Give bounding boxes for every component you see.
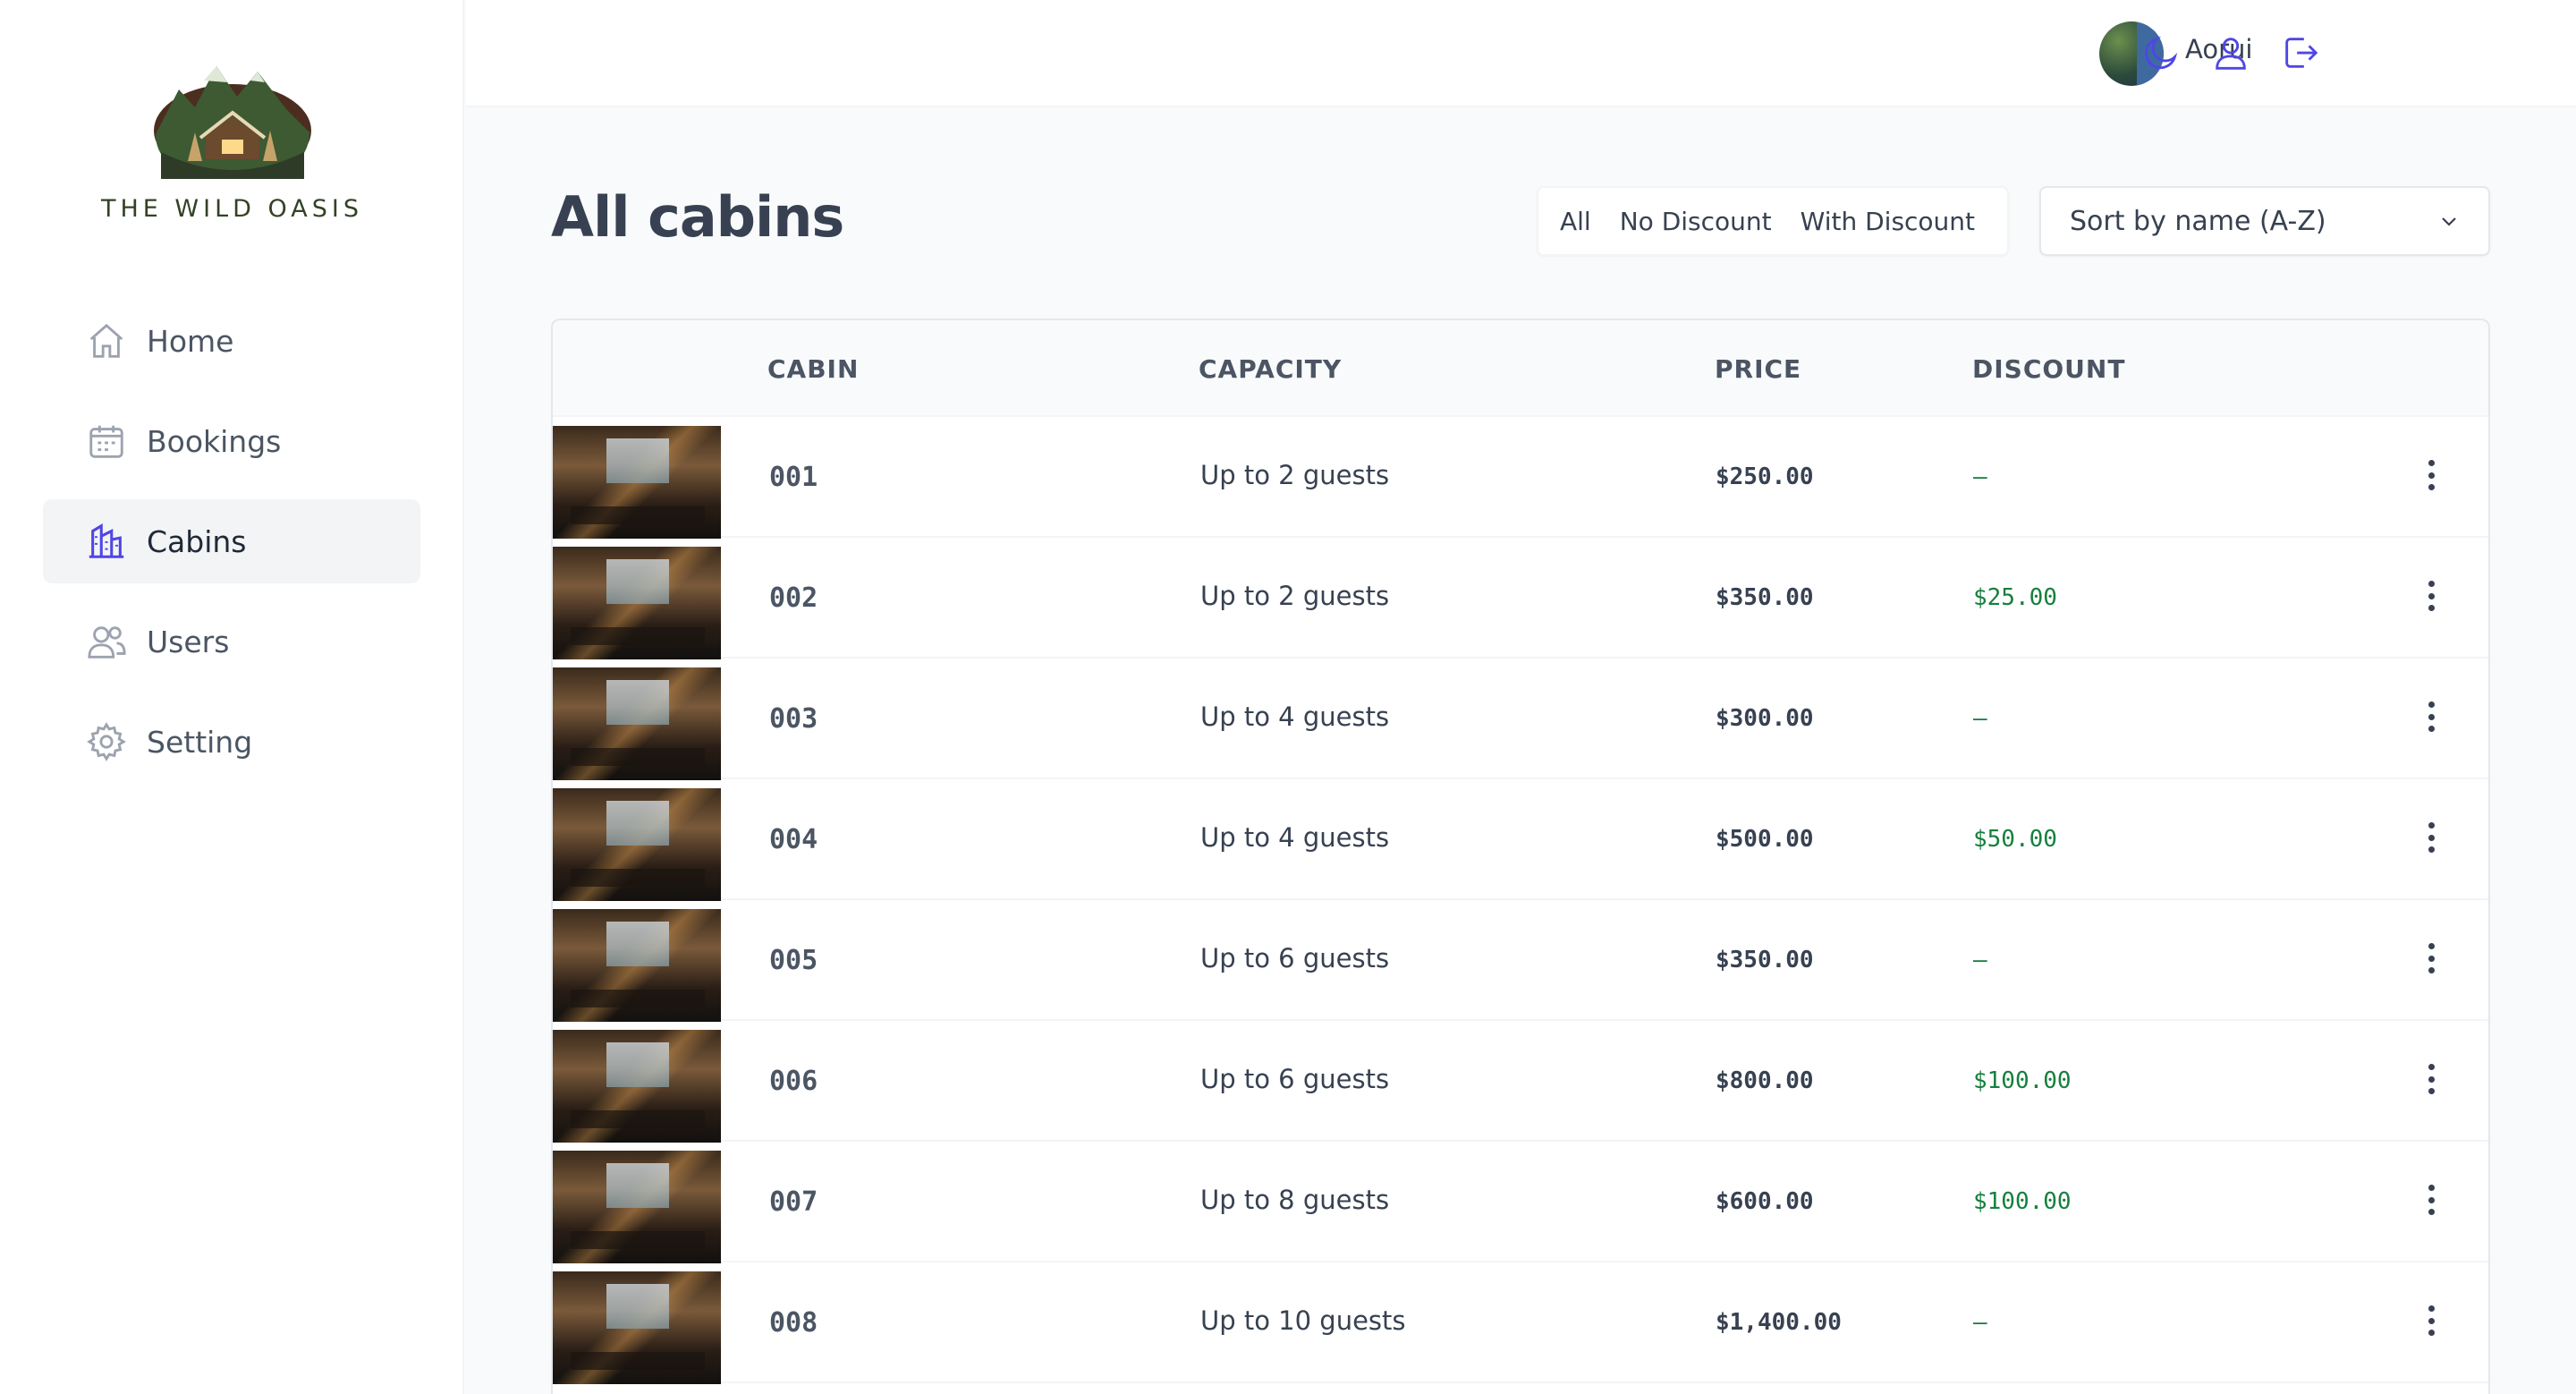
cabin-name: 003 bbox=[769, 703, 818, 735]
row-menu-button[interactable] bbox=[2415, 1300, 2447, 1341]
cabin-discount: $100.00 bbox=[1973, 1188, 2072, 1215]
filter-all-button[interactable]: All bbox=[1551, 200, 1600, 243]
table-row: 008 Up to 10 guests $1,400.00 — bbox=[553, 1262, 2488, 1384]
cabins-table: CABIN CAPACITY PRICE DISCOUNT 001 Up to … bbox=[551, 319, 2490, 1394]
sort-selected-value: Sort by name (A-Z) bbox=[2070, 205, 2326, 237]
sidebar-item-users[interactable]: Users bbox=[43, 599, 420, 684]
cabin-image bbox=[553, 547, 721, 659]
cabin-capacity: Up to 10 guests bbox=[1200, 1305, 1406, 1336]
cabin-name: 006 bbox=[769, 1066, 818, 1097]
row-menu-button[interactable] bbox=[2415, 1179, 2447, 1220]
column-header-price: PRICE bbox=[1715, 354, 1802, 384]
table-row: 001 Up to 2 guests $250.00 — bbox=[553, 417, 2488, 539]
sidebar-item-label: Cabins bbox=[147, 523, 247, 559]
cabin-discount: $50.00 bbox=[1973, 826, 2057, 853]
row-menu-button[interactable] bbox=[2415, 575, 2447, 616]
cabin-discount: $100.00 bbox=[1973, 1067, 2072, 1094]
row-menu-button[interactable] bbox=[2415, 696, 2447, 737]
home-icon bbox=[89, 323, 123, 358]
sort-select[interactable]: Sort by name (A-Z) bbox=[2039, 186, 2490, 256]
calendar-icon bbox=[89, 425, 123, 458]
brand-name: THE WILD OASIS bbox=[100, 195, 363, 223]
cabin-capacity: Up to 8 guests bbox=[1200, 1185, 1390, 1215]
header: Aorui bbox=[466, 0, 2576, 107]
cabin-name: 008 bbox=[769, 1307, 818, 1339]
building-icon bbox=[89, 523, 124, 558]
cabin-image bbox=[553, 426, 721, 539]
cabin-discount: — bbox=[1973, 463, 1987, 490]
sidebar-item-home[interactable]: Home bbox=[43, 299, 420, 383]
table-row: 002 Up to 2 guests $350.00 $25.00 bbox=[553, 538, 2488, 659]
row-menu-button[interactable] bbox=[2415, 455, 2447, 496]
sidebar-item-bookings[interactable]: Bookings bbox=[43, 399, 420, 483]
sidebar-item-cabins[interactable]: Cabins bbox=[43, 499, 420, 583]
logo: THE WILD OASIS bbox=[0, 54, 464, 223]
users-icon bbox=[88, 626, 126, 659]
cabin-capacity: Up to 6 guests bbox=[1200, 943, 1390, 973]
column-header-capacity: CAPACITY bbox=[1199, 354, 1343, 384]
gear-icon bbox=[87, 722, 126, 761]
cabin-name: 005 bbox=[769, 945, 818, 976]
cabin-price: $600.00 bbox=[1716, 1188, 1814, 1215]
table-row: 004 Up to 4 guests $500.00 $50.00 bbox=[553, 779, 2488, 901]
cabin-price: $800.00 bbox=[1716, 1067, 1814, 1094]
row-menu-button[interactable] bbox=[2415, 817, 2447, 858]
column-header-cabin: CABIN bbox=[767, 354, 860, 384]
filter-no-discount-button[interactable]: No Discount bbox=[1611, 200, 1781, 243]
table-row: 007 Up to 8 guests $600.00 $100.00 bbox=[553, 1142, 2488, 1263]
cabin-name: 004 bbox=[769, 824, 818, 855]
user-icon[interactable] bbox=[2210, 32, 2251, 73]
cabin-image bbox=[553, 1151, 721, 1263]
cabin-discount: $25.00 bbox=[1973, 584, 2057, 611]
sidebar-item-label: Users bbox=[147, 624, 230, 659]
column-header-discount: DISCOUNT bbox=[1972, 354, 2126, 384]
moon-icon[interactable] bbox=[2140, 32, 2182, 73]
cabin-price: $250.00 bbox=[1716, 463, 1814, 490]
sidebar-nav: Home Bookings Cabins Users Setting bbox=[43, 299, 420, 800]
logo-icon bbox=[153, 66, 311, 179]
cabin-image bbox=[553, 788, 721, 901]
cabin-price: $350.00 bbox=[1716, 584, 1814, 611]
sidebar-item-label: Home bbox=[147, 323, 234, 359]
sidebar-item-setting[interactable]: Setting bbox=[43, 700, 420, 784]
cabin-price: $350.00 bbox=[1716, 947, 1814, 973]
chevron-down-icon bbox=[2442, 217, 2456, 226]
cabin-name: 001 bbox=[769, 462, 818, 493]
cabin-capacity: Up to 6 guests bbox=[1200, 1064, 1390, 1094]
filter-with-discount-button[interactable]: With Discount bbox=[1792, 200, 1984, 243]
sidebar-item-label: Bookings bbox=[147, 423, 282, 459]
table-header: CABIN CAPACITY PRICE DISCOUNT bbox=[553, 320, 2488, 417]
row-menu-button[interactable] bbox=[2415, 938, 2447, 979]
cabin-capacity: Up to 2 guests bbox=[1200, 460, 1390, 490]
page-title: All cabins bbox=[551, 184, 844, 250]
cabin-price: $500.00 bbox=[1716, 826, 1814, 853]
cabin-image bbox=[553, 667, 721, 780]
discount-filter: All No Discount With Discount bbox=[1537, 186, 2009, 256]
cabin-price: $1,400.00 bbox=[1716, 1309, 1842, 1336]
cabin-discount: — bbox=[1973, 705, 1987, 732]
table-row: 006 Up to 6 guests $800.00 $100.00 bbox=[553, 1021, 2488, 1143]
sidebar-item-label: Setting bbox=[147, 724, 253, 760]
cabin-discount: — bbox=[1973, 1309, 1987, 1336]
cabin-name: 007 bbox=[769, 1186, 818, 1218]
cabin-discount: — bbox=[1973, 947, 1987, 973]
cabin-image bbox=[553, 1030, 721, 1143]
cabin-image bbox=[553, 1271, 721, 1384]
table-row: 003 Up to 4 guests $300.00 — bbox=[553, 659, 2488, 780]
cabin-capacity: Up to 4 guests bbox=[1200, 822, 1390, 853]
sidebar: THE WILD OASIS Home Bookings Cabins User… bbox=[0, 0, 464, 1394]
cabin-image bbox=[553, 909, 721, 1022]
table-row: 005 Up to 6 guests $350.00 — bbox=[553, 900, 2488, 1022]
row-menu-button[interactable] bbox=[2415, 1058, 2447, 1100]
cabin-price: $300.00 bbox=[1716, 705, 1814, 732]
cabin-name: 002 bbox=[769, 582, 818, 614]
cabin-capacity: Up to 4 guests bbox=[1200, 701, 1390, 732]
cabin-capacity: Up to 2 guests bbox=[1200, 581, 1390, 611]
logout-icon[interactable] bbox=[2280, 32, 2321, 73]
